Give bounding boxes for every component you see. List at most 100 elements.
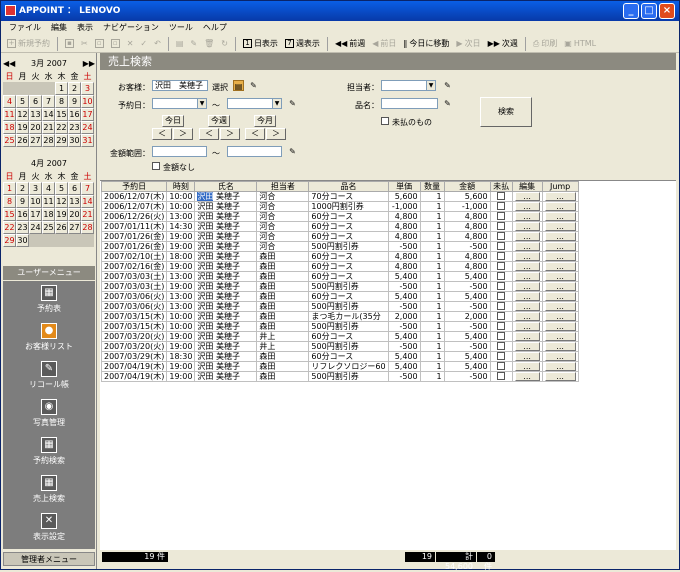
jump-row-button[interactable]: ... <box>544 372 576 381</box>
today-move-button[interactable]: ‖ 今日に移動 <box>401 36 451 51</box>
col-time[interactable]: 時刻 <box>166 181 196 192</box>
calendar-day[interactable]: 16 <box>16 208 29 221</box>
clear-pen-icon[interactable]: ✎ <box>442 98 453 109</box>
edit-row-button[interactable]: ... <box>514 342 540 351</box>
col-edit[interactable]: 編集 <box>511 181 543 192</box>
jump-row-button[interactable]: ... <box>544 202 576 211</box>
unpaid-checkbox[interactable] <box>381 117 389 125</box>
col-unpaid[interactable]: 未払 <box>489 181 513 192</box>
edit-row-button[interactable]: ... <box>514 352 540 361</box>
amount-to-field[interactable] <box>227 146 282 157</box>
calendar-day[interactable]: 17 <box>29 208 42 221</box>
html-button[interactable]: ▣ HTML <box>562 36 598 51</box>
table-row[interactable]: 2007/03/15(木) 10:00 沢田 美穂子 森田 まつ毛カール(35分 2,00… <box>100 311 579 322</box>
staff-combo[interactable]: ▼ <box>381 80 436 91</box>
calendar-day[interactable]: 15 <box>55 108 68 121</box>
calendar-day[interactable]: 7 <box>42 95 55 108</box>
brush-button[interactable]: ✎ <box>188 36 199 51</box>
calendar-day[interactable]: 24 <box>81 121 94 134</box>
edit-row-button[interactable]: ... <box>514 332 540 341</box>
delete-button[interactable]: ✕ <box>125 36 136 51</box>
menu-tools[interactable]: ツール <box>169 21 193 34</box>
table-row[interactable]: 2007/01/26(金) 19:00 沢田 美穂子 河合 500円割引券 -500 1 -5… <box>100 241 579 252</box>
trash-button[interactable]: 🗑 <box>202 36 216 51</box>
menu-file[interactable]: ファイル <box>9 21 41 34</box>
calendar-day[interactable]: 31 <box>81 134 94 147</box>
calendar-day[interactable]: 9 <box>16 195 29 208</box>
clear-pen-icon[interactable]: ✎ <box>248 80 259 91</box>
jump-row-button[interactable]: ... <box>544 352 576 361</box>
cut-button[interactable]: ✂ <box>79 36 90 51</box>
edit-row-button[interactable]: ... <box>514 272 540 281</box>
clear-pen-icon[interactable]: ✎ <box>287 98 298 109</box>
edit-row-button[interactable]: ... <box>514 252 540 261</box>
calendar-day[interactable]: 4 <box>42 182 55 195</box>
menu-help[interactable]: ヘルプ <box>203 21 227 34</box>
col-date[interactable]: 予約日 <box>100 181 168 192</box>
jump-row-button[interactable]: ... <box>544 222 576 231</box>
save-button[interactable]: ▪ <box>63 36 76 51</box>
customer-field[interactable]: 沢田 美穂子 <box>152 80 208 91</box>
calendar-day[interactable]: 17 <box>81 108 94 121</box>
calendar-day[interactable]: 30 <box>16 234 29 247</box>
this-month-button[interactable]: 今月 <box>254 115 276 127</box>
jump-row-button[interactable]: ... <box>544 332 576 341</box>
jump-row-button[interactable]: ... <box>544 362 576 371</box>
amount-from-field[interactable] <box>152 146 207 157</box>
calendar-day[interactable]: 2 <box>68 82 81 95</box>
edit-row-button[interactable]: ... <box>514 322 540 331</box>
jump-row-button[interactable]: ... <box>544 292 576 301</box>
calendar-day[interactable]: 26 <box>55 221 68 234</box>
calendar-day[interactable]: 25 <box>42 221 55 234</box>
close-button[interactable]: × <box>659 3 675 19</box>
prev-day-button[interactable]: ◀ 前日 <box>370 36 398 51</box>
unpaid-row-checkbox[interactable] <box>497 232 506 241</box>
col-item[interactable]: 品名 <box>308 181 389 192</box>
format-button[interactable]: ▤ <box>174 36 186 51</box>
table-row[interactable]: 2007/03/20(火) 19:00 沢田 美穂子 井上 60分コース 5,400 1 5,… <box>100 331 579 342</box>
edit-row-button[interactable]: ... <box>514 192 540 201</box>
calendar-day[interactable]: 5 <box>55 182 68 195</box>
item-name-field[interactable] <box>381 98 438 109</box>
unpaid-row-checkbox[interactable] <box>497 282 506 291</box>
next-day-button[interactable]: ▶ 次日 <box>454 36 482 51</box>
prev-year-icon[interactable]: ◀◀ <box>3 59 15 68</box>
today-button[interactable]: 今日 <box>162 115 184 127</box>
calendar-day[interactable]: 29 <box>3 234 16 247</box>
edit-row-button[interactable]: ... <box>514 302 540 311</box>
calendar-day[interactable]: 6 <box>29 95 42 108</box>
table-row[interactable]: 2007/03/15(木) 10:00 沢田 美穂子 森田 500円割引券 -500 1 -5… <box>100 321 579 332</box>
unpaid-row-checkbox[interactable] <box>497 262 506 271</box>
minimize-button[interactable]: _ <box>623 3 639 19</box>
edit-row-button[interactable]: ... <box>514 282 540 291</box>
table-row[interactable]: 2007/03/03(土) 19:00 沢田 美穂子 森田 500円割引券 -500 1 -5… <box>100 281 579 292</box>
calendar-day[interactable]: 27 <box>68 221 81 234</box>
unpaid-row-checkbox[interactable] <box>497 222 506 231</box>
prev-month-arrow[interactable]: ＜ <box>245 128 265 140</box>
edit-row-button[interactable]: ... <box>514 202 540 211</box>
menu-view[interactable]: 表示 <box>77 21 93 34</box>
calendar-day[interactable]: 25 <box>3 134 16 147</box>
table-row[interactable]: 2007/03/06(火) 13:00 沢田 美穂子 森田 60分コース 5,400 1 5,… <box>100 291 579 302</box>
calendar-day[interactable]: 20 <box>68 208 81 221</box>
table-row[interactable]: 2007/02/10(土) 18:00 沢田 美穂子 森田 60分コース 4,800 1 4,… <box>100 251 579 262</box>
edit-row-button[interactable]: ... <box>514 372 540 381</box>
copy-button[interactable]: ▫ <box>93 36 106 51</box>
calendar-day[interactable]: 3 <box>81 82 94 95</box>
col-jump[interactable]: Jump <box>541 181 579 192</box>
calendar-day[interactable]: 10 <box>29 195 42 208</box>
calendar-day[interactable]: 20 <box>29 121 42 134</box>
calendar-day[interactable]: 23 <box>16 221 29 234</box>
unpaid-row-checkbox[interactable] <box>497 352 506 361</box>
jump-row-button[interactable]: ... <box>544 342 576 351</box>
unpaid-row-checkbox[interactable] <box>497 372 506 381</box>
date-to-combo[interactable]: ▼ <box>227 98 282 109</box>
col-name[interactable]: 氏名 <box>194 181 258 192</box>
calendar-day[interactable]: 29 <box>55 134 68 147</box>
calendar-day[interactable]: 4 <box>3 95 16 108</box>
table-row[interactable]: 2006/12/07(木) 10:00 沢田 美穂子 河合 1000円割引券 -1,000… <box>100 201 579 212</box>
refresh-button[interactable]: ↻ <box>219 36 230 51</box>
next-week-button[interactable]: ▶▶ 次週 <box>486 36 520 51</box>
undo-button[interactable]: ↶ <box>152 36 163 51</box>
calendar-day[interactable]: 1 <box>3 182 16 195</box>
